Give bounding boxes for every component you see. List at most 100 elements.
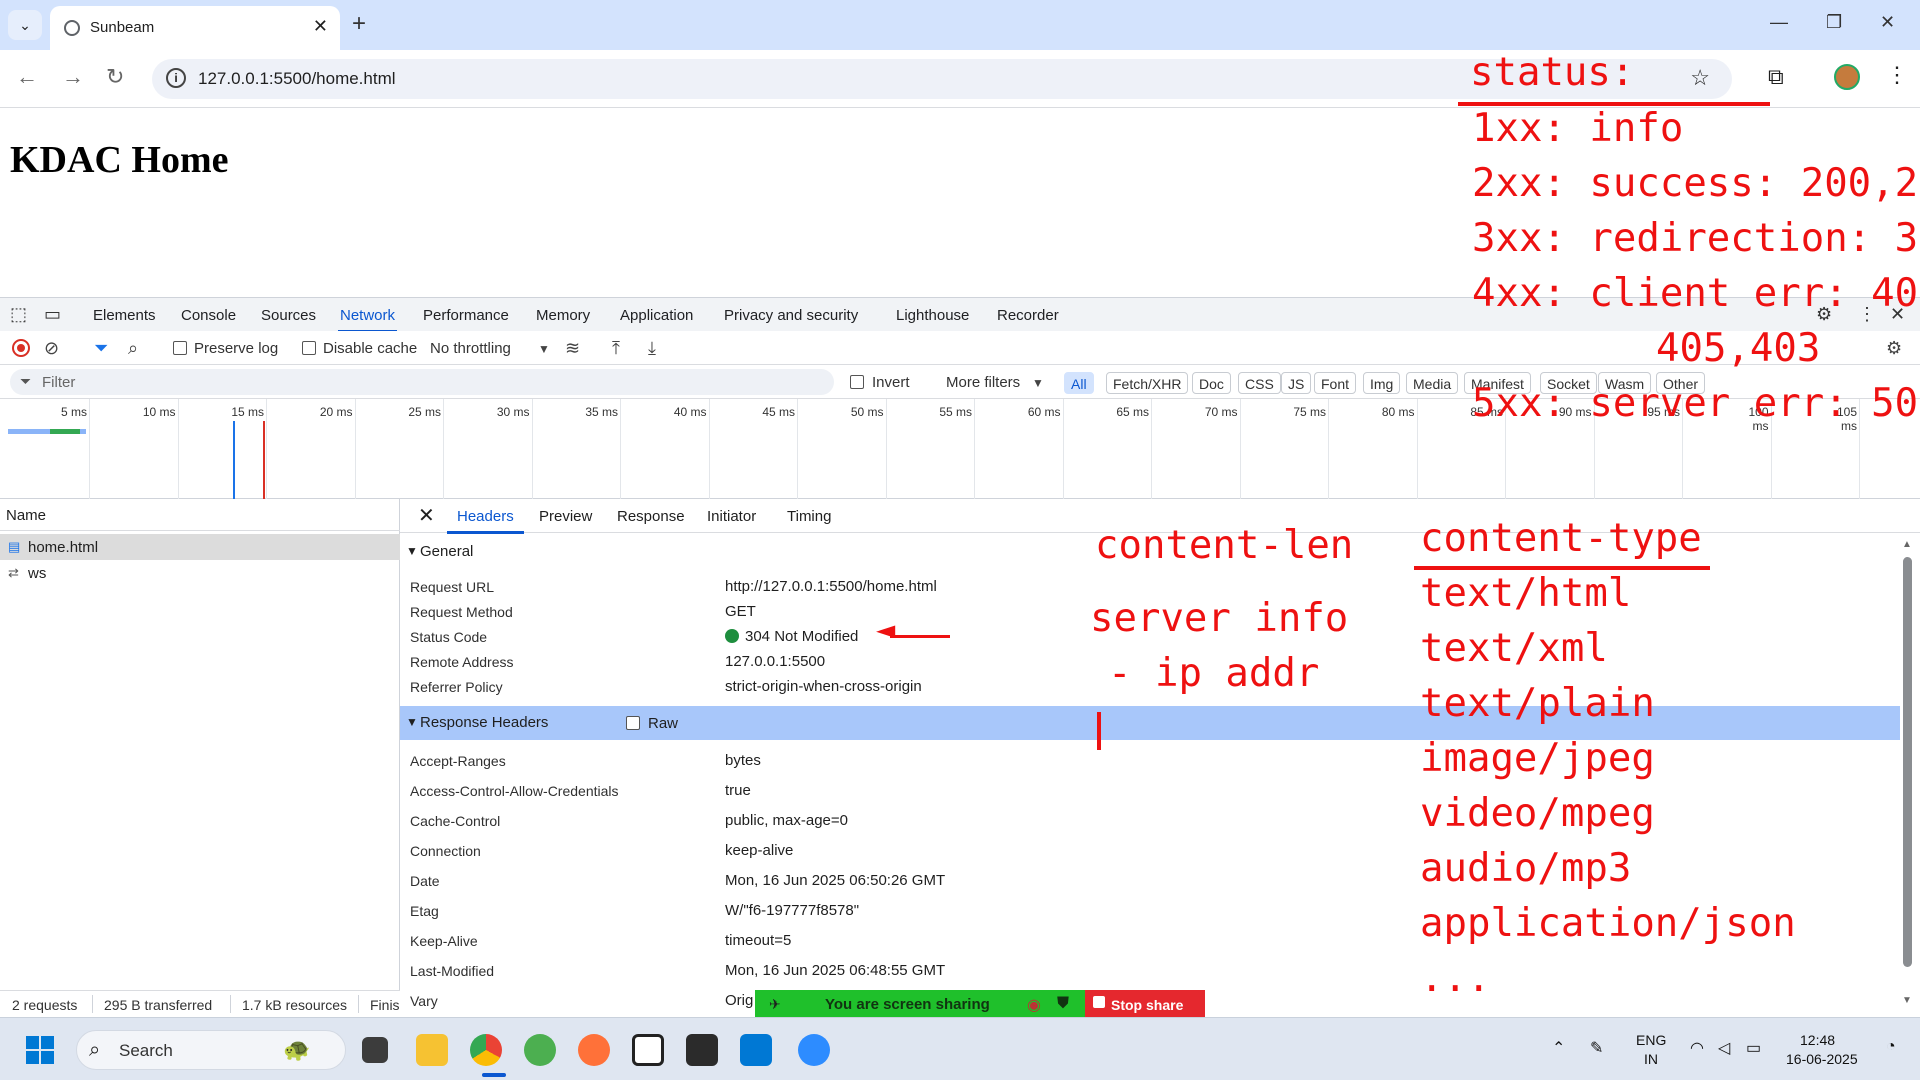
battery-icon[interactable]: ▭ (1746, 1038, 1761, 1058)
network-conditions-icon[interactable]: ≋ (565, 338, 580, 359)
tab-network[interactable]: Network (337, 307, 398, 333)
start-button[interactable] (26, 1036, 54, 1064)
notification-icon[interactable]: ◔ (1886, 1038, 1896, 1056)
site-info-icon[interactable]: i (166, 68, 186, 88)
browser-tab[interactable]: Sunbeam ✕ (50, 6, 340, 50)
task-view-icon[interactable] (362, 1037, 388, 1063)
tab-headers[interactable]: Headers (447, 508, 524, 534)
screen-share-indicator[interactable]: ✈ You are screen sharing ◉ ⛊ (755, 990, 1085, 1020)
more-filters-dropdown[interactable]: More filters (946, 374, 1020, 391)
header-key: Accept-Ranges (410, 753, 506, 769)
device-toolbar-icon[interactable]: ▭ (44, 304, 61, 325)
preserve-log-checkbox[interactable] (173, 341, 187, 355)
tab-sources[interactable]: Sources (261, 307, 316, 324)
chevron-down-icon[interactable]: ▼ (538, 342, 550, 356)
extensions-icon[interactable]: ⧉ (1768, 64, 1784, 90)
tab-memory[interactable]: Memory (536, 307, 590, 324)
name-column-header[interactable]: Name (0, 499, 400, 531)
bookmark-star-icon[interactable]: ☆ (1690, 65, 1710, 91)
tab-console[interactable]: Console (181, 307, 236, 324)
divider (358, 995, 359, 1013)
zoom-icon[interactable] (798, 1034, 830, 1066)
filter-type-img[interactable]: Img (1363, 372, 1401, 394)
file-explorer-icon[interactable] (416, 1034, 448, 1066)
tab-preview[interactable]: Preview (539, 508, 592, 525)
wifi-icon[interactable]: ◠ (1690, 1038, 1704, 1058)
scrollbar[interactable]: ▲ ▼ (1900, 539, 1914, 1009)
tab-privacy-security[interactable]: Privacy and security (724, 307, 858, 324)
annotation-content-type: application/json (1420, 901, 1796, 946)
triangle-down-icon: ▼ (406, 715, 418, 729)
new-tab-button[interactable]: + (352, 10, 366, 38)
clear-icon[interactable]: ⊘ (44, 338, 59, 359)
language-top[interactable]: ENG (1636, 1032, 1666, 1048)
tab-recorder[interactable]: Recorder (997, 307, 1059, 324)
filter-type-all[interactable]: All (1064, 372, 1094, 394)
forward-icon[interactable]: → (62, 64, 84, 90)
filter-type-fetch-xhr[interactable]: Fetch/XHR (1106, 372, 1189, 394)
disable-cache-checkbox[interactable] (302, 341, 316, 355)
filter-type-font[interactable]: Font (1314, 372, 1357, 394)
annotation-content-len: content-len (1095, 523, 1354, 568)
annotation-status-5xx: 5xx: server err: 500 (1472, 381, 1920, 426)
clock-time[interactable]: 12:48 (1800, 1032, 1835, 1048)
window-close-icon[interactable]: ✕ (1880, 12, 1895, 33)
terminal-icon[interactable] (686, 1034, 718, 1066)
request-row[interactable]: ▤ home.html (0, 534, 400, 560)
raw-checkbox[interactable] (626, 716, 640, 730)
url-text[interactable]: 127.0.0.1:5500/home.html (198, 69, 396, 89)
network-settings-icon[interactable]: ⚙ (1886, 338, 1902, 359)
tab-timing[interactable]: Timing (787, 508, 831, 525)
scroll-up-icon[interactable]: ▲ (1902, 539, 1912, 550)
close-icon[interactable]: ✕ (313, 16, 328, 37)
stop-share-label: Stop share (1111, 997, 1184, 1013)
snipping-tool-icon[interactable] (632, 1034, 664, 1066)
taskbar-search[interactable]: ⌕ Search 🐢 (76, 1030, 346, 1070)
chevron-up-icon[interactable]: ⌃ (1552, 1038, 1565, 1058)
firefox-icon[interactable] (578, 1034, 610, 1066)
timeline-gridline (1328, 399, 1329, 499)
clock-date[interactable]: 16-06-2025 (1786, 1051, 1858, 1067)
filter-input[interactable]: ⏷ Filter (10, 369, 834, 395)
import-har-icon[interactable]: ⤒ (612, 338, 620, 359)
minimize-icon[interactable]: — (1770, 12, 1788, 33)
close-icon[interactable]: ✕ (418, 503, 435, 528)
avatar[interactable] (1834, 64, 1860, 90)
tab-lighthouse[interactable]: Lighthouse (896, 307, 969, 324)
filter-icon[interactable]: ⏷ (94, 338, 108, 359)
scroll-down-icon[interactable]: ▼ (1902, 995, 1912, 1006)
tab-initiator[interactable]: Initiator (707, 508, 756, 525)
tab-elements[interactable]: Elements (93, 307, 156, 324)
menu-icon[interactable]: ⋮ (1886, 62, 1908, 88)
filter-type-js[interactable]: JS (1281, 372, 1312, 394)
vscode-icon[interactable] (740, 1034, 772, 1066)
throttling-select[interactable]: No throttling (430, 340, 511, 357)
search-icon[interactable]: ⌕ (128, 338, 138, 359)
scrollbar-thumb[interactable] (1903, 557, 1912, 967)
timeline-tick-label: 20 ms (319, 405, 353, 419)
tab-search-button[interactable]: ⌄ (8, 10, 42, 40)
filter-type-doc[interactable]: Doc (1192, 372, 1231, 394)
reload-icon[interactable]: ↻ (106, 64, 124, 90)
inspect-icon[interactable]: ⬚ (10, 304, 27, 325)
restore-icon[interactable]: ❐ (1826, 12, 1842, 33)
chrome-icon[interactable] (470, 1034, 502, 1066)
mic-icon[interactable]: ✎ (1590, 1038, 1603, 1058)
tab-application[interactable]: Application (620, 307, 693, 324)
back-icon[interactable]: ← (16, 64, 38, 90)
tab-response[interactable]: Response (617, 508, 685, 525)
invert-checkbox[interactable] (850, 375, 864, 389)
response-headers-section-header[interactable]: ▼ Response Headers Raw (400, 706, 1900, 740)
language-bottom[interactable]: IN (1644, 1051, 1658, 1067)
export-har-icon[interactable]: ⤓ (648, 338, 656, 359)
filter-type-css[interactable]: CSS (1238, 372, 1281, 394)
request-row[interactable]: ⇄ ws (0, 560, 400, 586)
stop-share-button[interactable]: Stop share (1085, 990, 1205, 1020)
volume-icon[interactable]: ◁ (1718, 1038, 1730, 1058)
chevron-down-icon[interactable]: ▼ (1032, 376, 1044, 390)
timeline-gridline (797, 399, 798, 499)
filter-type-media[interactable]: Media (1406, 372, 1459, 394)
app-icon[interactable] (524, 1034, 556, 1066)
tab-performance[interactable]: Performance (423, 307, 509, 324)
record-icon[interactable] (12, 339, 30, 357)
